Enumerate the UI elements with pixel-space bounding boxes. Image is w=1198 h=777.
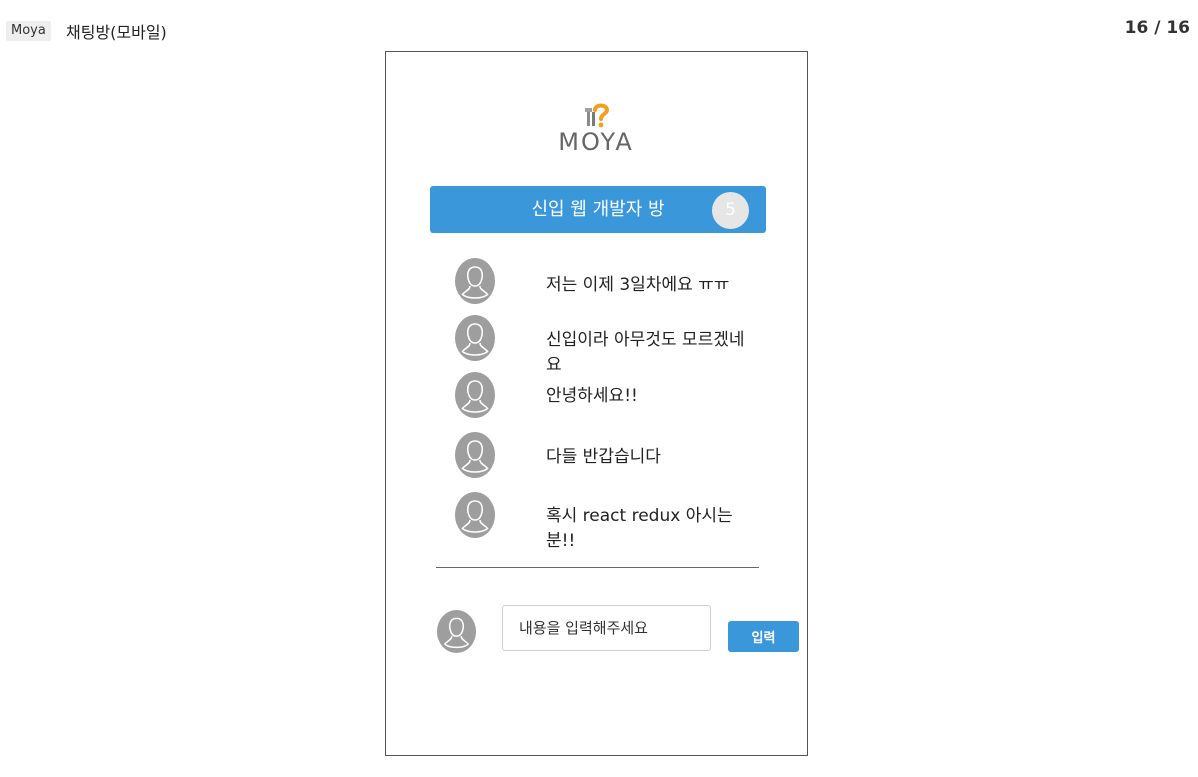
message-text: 저는 이제 3일차에요 ㅠㅠ — [546, 275, 730, 295]
avatar — [455, 258, 495, 304]
top-bar: Moya 채팅방(모바일) 16 / 16 — [0, 0, 1198, 50]
message-input[interactable] — [502, 605, 711, 651]
avatar — [437, 610, 476, 653]
user-icon — [461, 266, 489, 299]
submit-button[interactable]: 입력 — [728, 621, 799, 652]
divider — [436, 567, 759, 568]
page-counter: 16 / 16 — [1124, 18, 1190, 38]
user-icon — [461, 500, 489, 533]
logo: MOYA — [546, 102, 646, 157]
participant-count-badge: 5 — [712, 192, 749, 229]
user-icon — [461, 440, 489, 473]
avatar — [455, 432, 495, 478]
logo-text: MOYA — [558, 128, 634, 156]
avatar — [455, 492, 495, 538]
message-text: 안녕하세요!! — [546, 386, 638, 406]
user-icon — [461, 323, 489, 356]
avatar — [455, 315, 495, 361]
page-title: 채팅방(모바일) — [66, 23, 167, 42]
room-header: 신입 웹 개발자 방 5 — [430, 186, 766, 233]
avatar — [455, 372, 495, 418]
message-text: 다들 반갑습니다 — [546, 447, 661, 467]
mobile-frame: MOYA 신입 웹 개발자 방 5 저는 이제 3일차에요 ㅠㅠ 신입이라 아무… — [385, 51, 808, 756]
user-icon — [443, 617, 470, 649]
message-text: 혹시 react redux 아시는분!! — [546, 506, 733, 551]
tools-question-icon — [585, 103, 610, 128]
user-icon — [461, 380, 489, 413]
project-tag: Moya — [6, 21, 51, 41]
message-text: 신입이라 아무것도 모르겠네요 — [546, 330, 745, 375]
